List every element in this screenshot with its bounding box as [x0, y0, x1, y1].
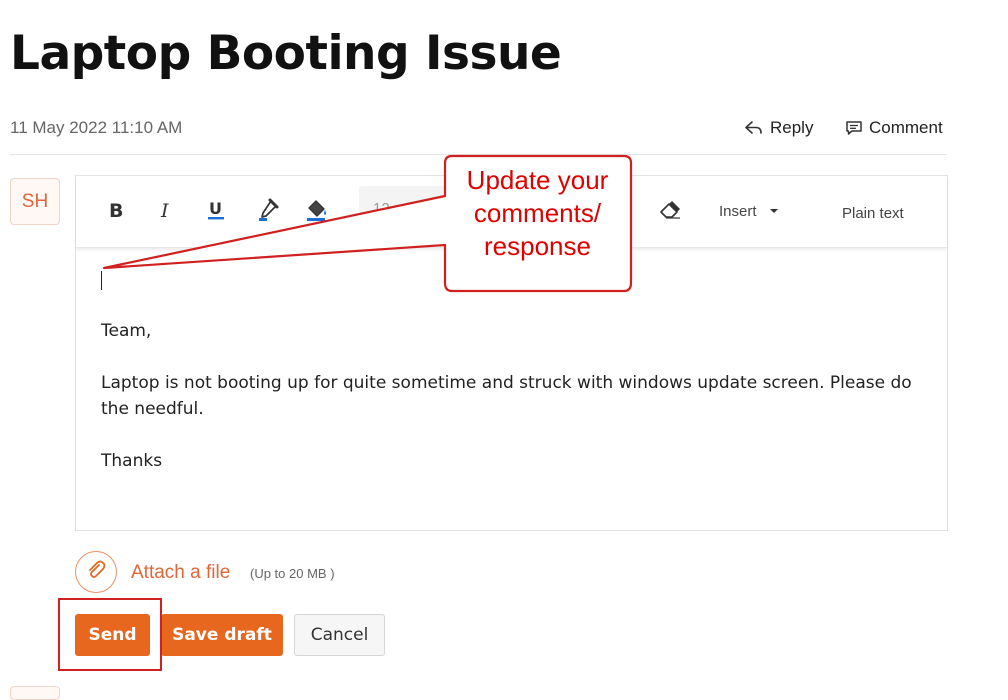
- callout-annotation: [102, 154, 633, 293]
- callout-line: comments/: [473, 198, 602, 228]
- callout-line: response: [484, 231, 591, 261]
- callout-text: Update your comments/ response: [445, 164, 630, 263]
- callout-line: Update your: [466, 165, 609, 195]
